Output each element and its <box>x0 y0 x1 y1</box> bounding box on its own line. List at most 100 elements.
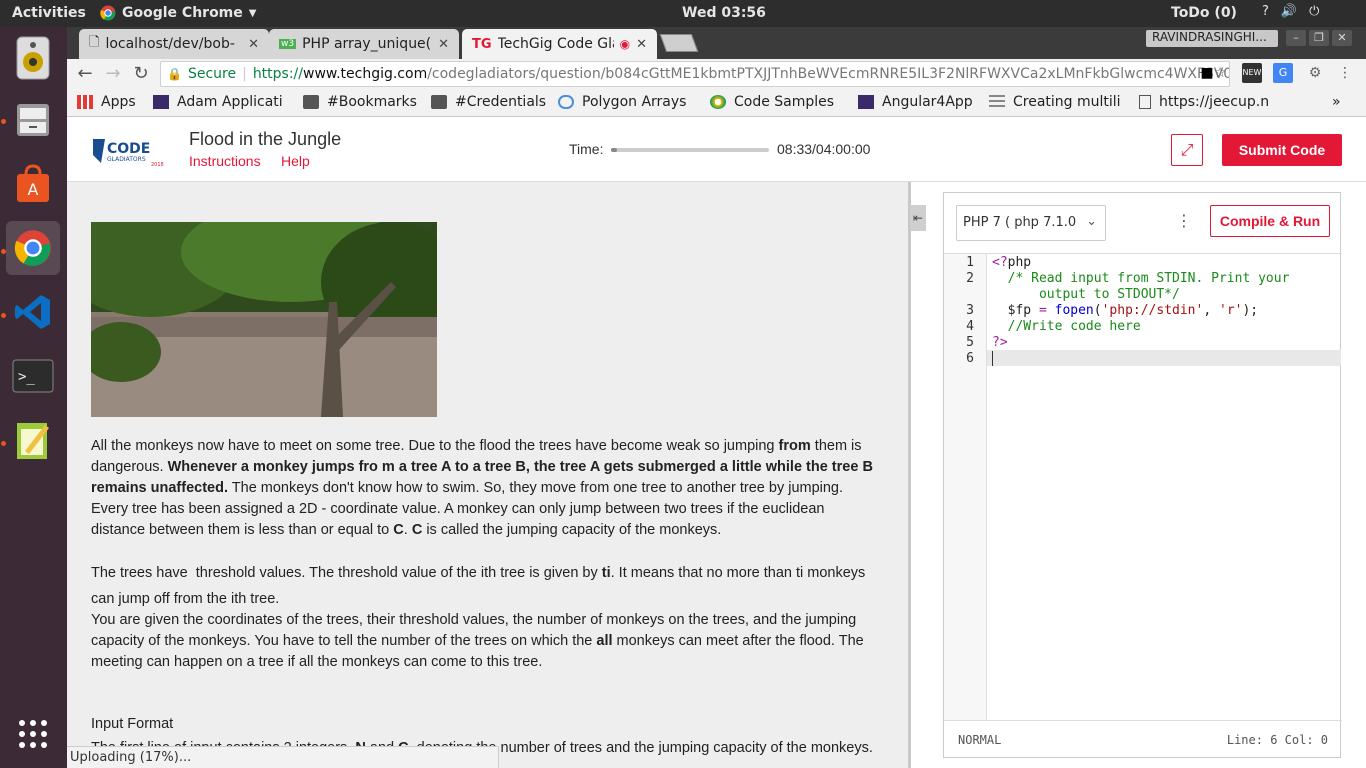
problem-paragraph-2: The trees have threshold values. The thr… <box>91 565 866 581</box>
line-number: 1 <box>966 255 974 270</box>
problem-statement-panel[interactable]: All the monkeys now have to meet on some… <box>67 182 908 768</box>
bookmark-creating-multiline[interactable]: Creating multili <box>989 94 1129 110</box>
minimize-button[interactable]: – <box>1286 30 1306 46</box>
tab-techgig[interactable]: TG TechGig Code Gla ◉ ✕ <box>462 29 657 59</box>
language-select[interactable]: PHP 7 ( php 7.1.0 ⌄ <box>956 205 1106 241</box>
tab-php-array-unique[interactable]: w3 PHP array_unique() ✕ <box>269 29 459 59</box>
close-icon[interactable]: ✕ <box>248 37 259 52</box>
bookmark-code-samples[interactable]: Code Samples <box>710 94 840 110</box>
tab-localhost[interactable]: 🗋 localhost/dev/bob- ✕ <box>79 29 269 59</box>
caret-down-icon: ▼ <box>248 7 257 19</box>
cloud-icon <box>558 95 574 109</box>
reload-button[interactable]: ↻ <box>130 63 152 85</box>
launcher-rhythmbox[interactable] <box>6 31 60 85</box>
bookmark-apps[interactable]: Apps <box>77 94 147 110</box>
translate-extension-icon[interactable]: G <box>1273 63 1293 83</box>
instructions-link[interactable]: Instructions <box>189 153 261 169</box>
file-cabinet-icon <box>17 104 49 136</box>
help-icon[interactable]: ? <box>1262 4 1269 19</box>
web-page: CODE GLADIATORS 2018 Flood in the Jungle… <box>67 117 1366 768</box>
problem-paragraph-3: can jump off from the ith tree. You are g… <box>91 591 864 670</box>
editor-status-bar: NORMAL Line: 6 Col: 0 <box>944 720 1342 758</box>
news-extension-icon[interactable]: NEW <box>1242 63 1262 83</box>
back-button[interactable]: ← <box>74 63 96 85</box>
double-chevron-icon: » <box>1332 94 1341 110</box>
chrome-icon <box>14 230 51 266</box>
code-gladiators-logo: CODE GLADIATORS 2018 <box>93 139 164 167</box>
new-tab-button[interactable] <box>659 34 699 52</box>
close-window-button[interactable]: ✕ <box>1332 30 1352 46</box>
code-line: ?> <box>992 335 1008 350</box>
recording-icon: ◉ <box>619 37 631 51</box>
bookmark-adam-application[interactable]: Adam Applicati <box>153 94 293 110</box>
list-icon <box>989 95 1005 109</box>
maximize-button[interactable]: ❐ <box>1309 30 1329 46</box>
bookmark-angular4app[interactable]: Angular4App <box>858 94 978 110</box>
collapse-arrow-icon: ⇤ <box>912 211 924 225</box>
input-format-heading: Input Format <box>91 716 174 732</box>
upload-status: Uploading (17%)... <box>67 746 499 768</box>
window-controls: – ❐ ✕ <box>1286 30 1352 46</box>
launcher-files[interactable] <box>6 93 60 147</box>
vim-mode: NORMAL <box>958 733 1002 747</box>
launcher-terminal[interactable]: >_ <box>6 349 60 403</box>
line-number: 5 <box>966 335 974 350</box>
bookmark-label: https://jeecup.n <box>1159 94 1270 110</box>
more-options-icon[interactable]: ⋮ <box>1176 211 1192 230</box>
svg-text:GLADIATORS: GLADIATORS <box>107 156 146 163</box>
problem-paragraph-1: All the monkeys now have to meet on some… <box>91 438 873 538</box>
bookmark-jeecup[interactable]: https://jeecup.n <box>1139 94 1291 110</box>
compile-run-button[interactable]: Compile & Run <box>1210 205 1330 237</box>
bookmarks-bar: Apps Adam Applicati #Bookmarks #Credenti… <box>67 89 1366 117</box>
bookmark-folder-credentials[interactable]: #Credentials <box>431 94 551 110</box>
code-line: output to STDOUT*/ <box>992 287 1180 302</box>
submit-code-button[interactable]: Submit Code <box>1222 134 1342 166</box>
power-icon[interactable]: ⏻ <box>1309 4 1319 19</box>
close-icon[interactable]: ✕ <box>636 37 647 52</box>
bookmark-label: Angular4App <box>882 94 973 110</box>
system-tray[interactable]: ? 🔊 ⏻ <box>1262 4 1319 19</box>
line-number: 4 <box>966 319 974 334</box>
panel-splitter[interactable] <box>908 182 911 768</box>
help-link[interactable]: Help <box>281 153 310 169</box>
activities-button[interactable]: Activities <box>12 5 86 21</box>
fullscreen-button[interactable]: ⤢ <box>1171 134 1203 166</box>
forward-button[interactable]: → <box>102 63 124 85</box>
line-number: 3 <box>966 303 974 318</box>
svg-text:A: A <box>28 180 39 199</box>
terminal-icon: >_ <box>12 359 54 393</box>
launcher-vscode[interactable] <box>6 285 60 339</box>
tab-label: PHP array_unique() <box>302 36 433 52</box>
star-icon[interactable]: ☆ <box>1210 63 1230 83</box>
volume-icon[interactable]: 🔊 <box>1281 4 1297 19</box>
apps-grid-icon <box>19 720 47 748</box>
w3-icon: w3 <box>279 39 297 49</box>
tab-label: localhost/dev/bob- <box>105 36 235 52</box>
lock-icon: 🔒 <box>167 67 182 81</box>
launcher-text-editor[interactable] <box>6 413 60 467</box>
bookmarks-overflow-button[interactable]: » <box>1332 94 1341 110</box>
launcher-chrome[interactable] <box>6 221 60 275</box>
folder-icon <box>303 95 319 109</box>
bookmark-folder-bookmarks[interactable]: #Bookmarks <box>303 94 423 110</box>
bookmark-polygon-arrays[interactable]: Polygon Arrays <box>558 94 698 110</box>
current-line-highlight <box>987 350 1341 366</box>
svg-text:CODE: CODE <box>107 141 150 157</box>
chrome-menu-icon[interactable]: ⋮ <box>1335 63 1355 83</box>
close-icon[interactable]: ✕ <box>438 37 449 52</box>
bookmark-icon <box>153 95 169 109</box>
app-menu[interactable]: Google Chrome ▼ <box>100 5 256 21</box>
show-applications-button[interactable] <box>6 707 60 761</box>
address-bar[interactable]: 🔒 Secure | https://www.techgig.com/codeg… <box>160 61 1230 87</box>
clock[interactable]: Wed 03:56 <box>682 5 766 21</box>
speaker-icon <box>16 36 50 80</box>
code-area[interactable]: 1 2 3 4 5 6 <?php /* Read input from STD… <box>944 253 1342 721</box>
svg-text:>_: >_ <box>18 369 35 385</box>
chrome-window: 🗋 localhost/dev/bob- ✕ w3 PHP array_uniq… <box>67 27 1366 768</box>
profile-button[interactable]: RAVINDRASINGHI... <box>1146 30 1278 47</box>
svg-text:2018: 2018 <box>151 162 164 167</box>
collapse-panel-button[interactable]: ⇤ <box>910 205 926 231</box>
todo-indicator[interactable]: ToDo (0) <box>1171 5 1237 21</box>
settings-extension-icon[interactable]: ⚙ <box>1305 63 1325 83</box>
launcher-software-center[interactable]: A <box>6 157 60 211</box>
